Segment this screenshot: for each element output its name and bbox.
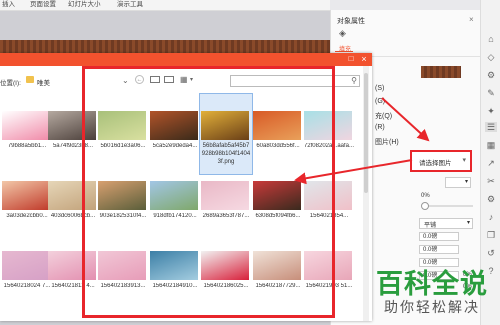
- arrow-to-dropdown: [381, 97, 430, 142]
- arrow-to-grid: [294, 159, 413, 185]
- annotation-arrows: [294, 97, 430, 185]
